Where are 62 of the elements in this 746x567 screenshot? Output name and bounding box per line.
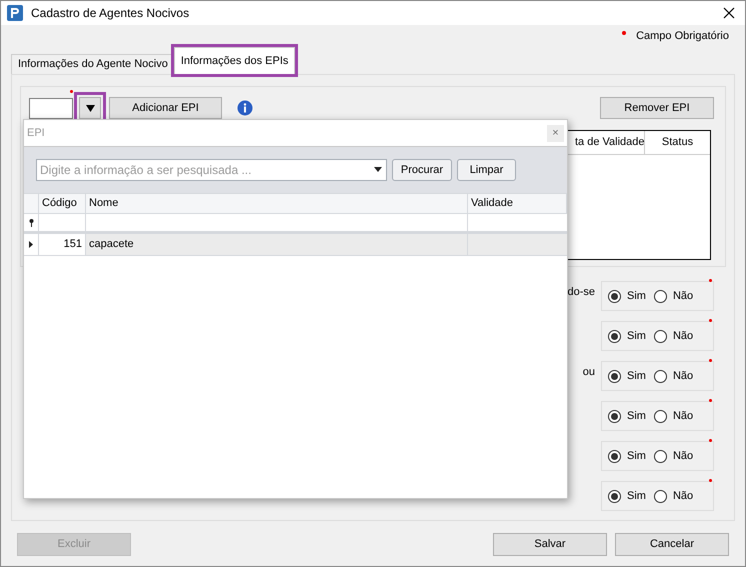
radio-button[interactable] xyxy=(654,330,667,342)
remove-epi-button[interactable]: Remover EPI xyxy=(600,97,714,119)
radio-button[interactable] xyxy=(608,330,621,342)
tab[interactable]: Informações do Agente Nocivo xyxy=(11,54,174,74)
radio-button[interactable] xyxy=(608,290,621,302)
radio-button[interactable] xyxy=(654,450,667,462)
required-asterisk-icon xyxy=(709,359,712,362)
popup-title: EPI xyxy=(27,126,45,141)
radio-button[interactable] xyxy=(608,490,621,502)
window-title: Cadastro de Agentes Nocivos xyxy=(31,5,190,22)
tab[interactable]: Informações dos EPIs xyxy=(174,47,296,74)
search-field[interactable]: Digite a informação a ser pesquisada ... xyxy=(36,159,387,181)
table-cell: capacete xyxy=(86,234,468,255)
column-header: Nome xyxy=(86,194,468,213)
column-header: Código xyxy=(39,194,86,213)
info-icon[interactable] xyxy=(237,100,253,116)
required-legend: Campo Obrigatório xyxy=(636,28,729,44)
required-asterisk-icon xyxy=(709,319,712,322)
required-asterisk-icon xyxy=(709,439,712,442)
radio-label: Sim xyxy=(627,368,646,384)
footer-button[interactable]: Salvar xyxy=(493,533,607,556)
required-asterisk-icon xyxy=(709,479,712,482)
caret-icon xyxy=(86,104,94,112)
required-asterisk-icon xyxy=(709,279,712,282)
required-asterisk-icon xyxy=(709,399,712,402)
radio-button[interactable] xyxy=(654,410,667,422)
close-button[interactable]: × xyxy=(547,124,564,142)
popup-button[interactable]: Limpar xyxy=(457,159,516,181)
add-epi-button[interactable]: Adicionar EPI xyxy=(109,97,222,119)
radio-label: Não xyxy=(672,368,694,384)
radio-label: Não xyxy=(672,288,694,304)
caret-icon xyxy=(374,167,382,172)
radio-button[interactable] xyxy=(608,410,621,422)
grid-row[interactable]: 151 capacete xyxy=(24,234,567,256)
question-label: ou xyxy=(582,365,595,380)
filter-pin-icon xyxy=(28,218,34,226)
radio-button[interactable] xyxy=(608,450,621,462)
column-header: Validade xyxy=(468,194,567,213)
close-icon xyxy=(723,7,735,19)
radio-button[interactable] xyxy=(654,370,667,382)
table-cell: 151 xyxy=(39,234,86,255)
required-asterisk-icon xyxy=(622,31,626,35)
radio-button[interactable] xyxy=(654,490,667,502)
app-logo-icon xyxy=(7,5,23,21)
radio-label: Sim xyxy=(627,488,646,504)
radio-label: Não xyxy=(672,488,694,504)
epi-code-field[interactable] xyxy=(29,98,73,118)
footer-button[interactable]: Cancelar xyxy=(615,533,729,556)
required-asterisk-icon xyxy=(70,90,73,93)
row-pointer-icon xyxy=(29,241,33,248)
radio-label: Sim xyxy=(627,288,646,304)
radio-label: Não xyxy=(672,408,694,424)
radio-label: Sim xyxy=(627,408,646,424)
radio-button[interactable] xyxy=(654,290,667,302)
question-label: do-se xyxy=(567,285,595,300)
radio-button[interactable] xyxy=(608,370,621,382)
column-header: Status xyxy=(644,131,710,154)
radio-label: Sim xyxy=(627,328,646,344)
radio-label: Não xyxy=(672,448,694,464)
radio-label: Não xyxy=(672,328,694,344)
popup-button[interactable]: Procurar xyxy=(392,159,452,181)
radio-label: Sim xyxy=(627,448,646,464)
